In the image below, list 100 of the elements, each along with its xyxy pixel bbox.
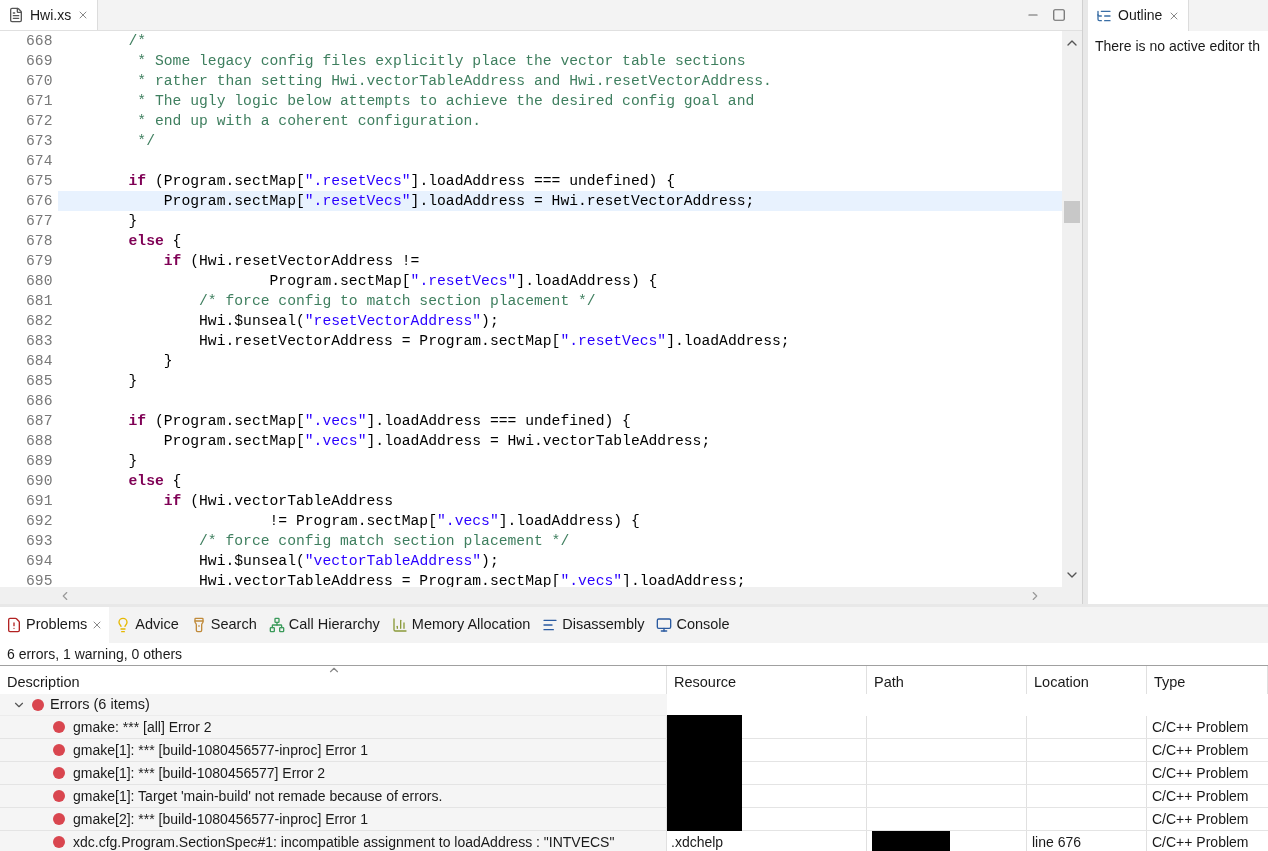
description-cell-text: gmake: *** [all] Error 2 (73, 717, 212, 737)
problems-icon (6, 617, 22, 633)
line-number: 693 (25, 532, 54, 551)
line-number: 689 (25, 452, 54, 471)
code-line: != Program.sectMap[".vecs"].loadAddress) { (268, 512, 641, 531)
line-number: 684 (25, 352, 54, 371)
line-number: 672 (25, 112, 54, 131)
view-tab[interactable]: Outline (1088, 0, 1190, 31)
code-line: /* force config to match section placement */ (198, 292, 597, 311)
view-tab[interactable]: Console (650, 607, 736, 643)
view-tab[interactable]: Memory Allocation (385, 607, 537, 643)
error-icon (53, 744, 65, 756)
tab-title: Hwi.xs (30, 5, 72, 25)
line-number: 676 (25, 192, 54, 211)
view-tab[interactable]: Call Hierarchy (262, 607, 386, 643)
line-number: 677 (25, 212, 54, 231)
line-number: 688 (25, 432, 54, 451)
line-number: 671 (25, 92, 54, 111)
tab-title: Search (210, 615, 257, 635)
code-line: * The ugly logic below attempts to achieve the desired config goal and (136, 92, 756, 111)
scroll-thumb[interactable] (1064, 201, 1080, 223)
view-tab[interactable]: Hwi.xs (0, 0, 99, 30)
error-icon (53, 813, 65, 825)
code-line: * end up with a coherent configuration. (136, 112, 483, 131)
tab-title: Memory Allocation (411, 615, 531, 635)
view-tab[interactable]: Search (184, 607, 263, 643)
code-line: if (Program.sectMap[".resetVecs"].loadAddress === undefined) { (127, 172, 676, 191)
column-header[interactable]: Location (1027, 666, 1147, 694)
type-cell-text: C/C++ Problem (1151, 809, 1250, 829)
code-line: * rather than setting Hwi.vectorTableAddress and Hwi.resetVectorAddress. (136, 72, 773, 91)
description-cell-text: gmake[1]: *** [build-1080456577] Error 2 (73, 763, 326, 783)
code-line: /* (127, 32, 148, 51)
line-number: 682 (25, 312, 54, 331)
code-line: */ (136, 132, 156, 151)
code-line: if (Program.sectMap[".vecs"].loadAddress === undefined) { (127, 412, 632, 431)
group-label: Errors (6 items) (50, 694, 150, 714)
line-number: 685 (25, 372, 54, 391)
outline-message: There is no active editor th (1094, 37, 1261, 56)
location-cell-text: line 676 (1031, 832, 1083, 851)
vertical-scrollbar[interactable] (1062, 31, 1082, 587)
view-tab[interactable]: Disassembly (536, 607, 651, 643)
maximize-icon[interactable] (1052, 8, 1066, 22)
console-icon (656, 617, 673, 633)
line-number: 674 (25, 152, 54, 171)
line-number: 680 (25, 272, 54, 291)
code-line: Hwi.$unseal("resetVectorAddress"); (198, 312, 500, 331)
line-number: 679 (25, 252, 54, 271)
column-header[interactable]: Type (1147, 666, 1268, 694)
hierarchy-icon (268, 617, 285, 633)
tab-title: Advice (135, 615, 179, 635)
column-header[interactable]: Resource (667, 666, 867, 694)
line-number: 675 (25, 172, 54, 191)
view-tab[interactable]: Advice (109, 607, 185, 643)
error-icon (53, 767, 65, 779)
line-number: 694 (25, 552, 54, 571)
memory-bars-icon (391, 617, 408, 633)
problems-summary: 6 errors, 1 warning, 0 others (0, 643, 1268, 666)
column-header[interactable]: Path (867, 666, 1027, 694)
tab-title: Disassembly (562, 615, 645, 635)
code-line: Program.sectMap[".vecs"].loadAddress = Hwi.vectorTableAddress; (162, 432, 712, 451)
line-number: 669 (25, 52, 54, 71)
line-number: 695 (25, 572, 54, 587)
type-cell-text: C/C++ Problem (1151, 717, 1250, 737)
code-line: } (127, 372, 139, 391)
line-number: 668 (25, 32, 54, 51)
code-line: else { (127, 232, 183, 251)
code-line: /* force config match section placement */ (198, 532, 571, 551)
code-line: if (Hwi.vectorTableAddress (162, 492, 394, 511)
tab-title: Call Hierarchy (288, 615, 380, 635)
line-number: 681 (25, 292, 54, 311)
code-line: Program.sectMap[".resetVecs"].loadAddress) { (268, 272, 659, 291)
error-icon (53, 790, 65, 802)
view-tab[interactable]: Problems (0, 607, 110, 643)
description-cell-text: gmake[1]: Target 'main-build' not remade because of errors. (73, 786, 443, 806)
code-line: * Some legacy config files explicitly place the vector table sections (136, 52, 747, 71)
tab-title: Problems (26, 615, 88, 635)
horizontal-scrollbar[interactable] (0, 587, 1082, 604)
description-cell-text: gmake[1]: *** [build-1080456577-inproc] Error 1 (73, 740, 368, 760)
error-icon (32, 698, 44, 711)
line-number: 691 (25, 492, 54, 511)
line-number: 686 (25, 392, 54, 411)
line-number: 670 (25, 72, 54, 91)
code-line: Hwi.$unseal("vectorTableAddress"); (198, 552, 500, 571)
description-cell-text: gmake[2]: *** [build-1080456577-inproc] Error 1 (73, 809, 368, 829)
line-number: 690 (25, 472, 54, 491)
line-number: 678 (25, 232, 54, 251)
type-cell-text: C/C++ Problem (1151, 786, 1250, 806)
tab-title: Outline (1118, 6, 1163, 25)
line-number: 692 (25, 512, 54, 531)
tab-title: Console (676, 615, 730, 635)
code-line: Hwi.resetVectorAddress = Program.sectMap[".resetVecs"].loadAddress; (198, 332, 791, 351)
group-row[interactable]: Errors (6 items) (0, 694, 667, 716)
line-number: 683 (25, 332, 54, 351)
file-icon (8, 7, 24, 23)
code-line: else { (127, 472, 183, 491)
description-cell-text: xdc.cfg.Program.SectionSpec#1: incompatible assignment to loadAddress : "INTVECS" (73, 832, 615, 851)
code-line: } (127, 452, 139, 471)
line-number: 687 (25, 412, 54, 431)
type-cell-text: C/C++ Problem (1151, 740, 1250, 760)
line-number: 673 (25, 132, 54, 151)
